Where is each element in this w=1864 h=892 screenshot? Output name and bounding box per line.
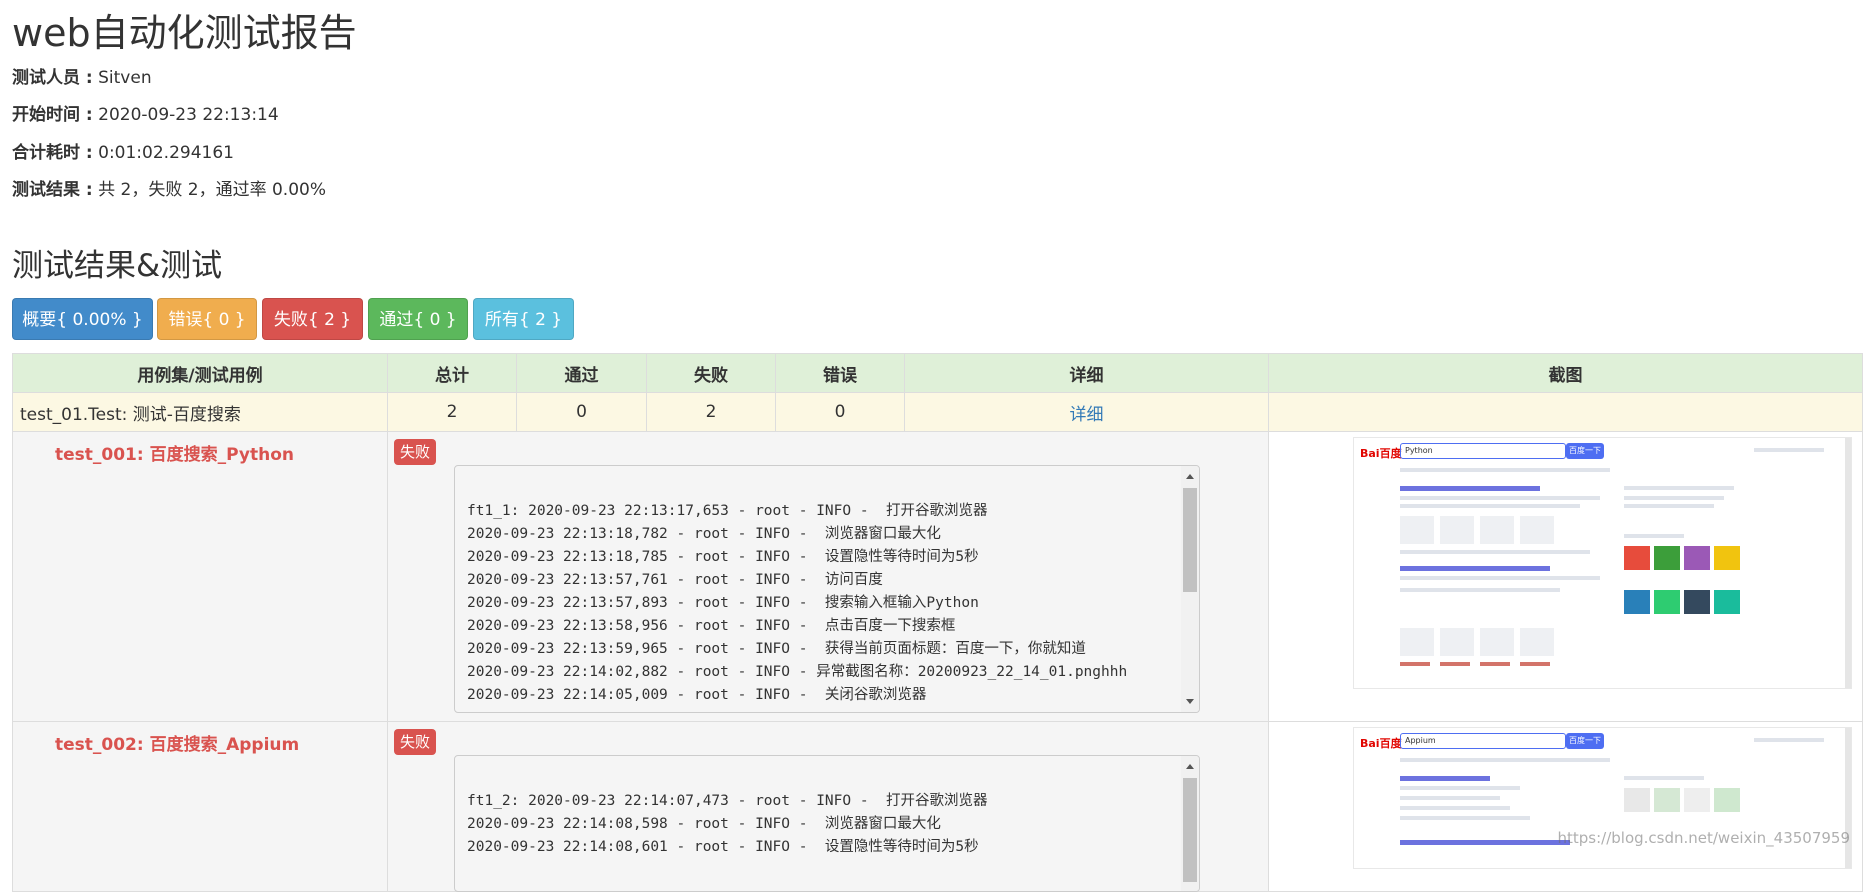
page-title: web自动化测试报告 bbox=[12, 11, 357, 55]
header-error: 错误 bbox=[775, 353, 905, 393]
start-time-label: 开始时间 : bbox=[12, 105, 93, 125]
case-name[interactable]: test_001: 百度搜索_Python bbox=[13, 432, 387, 465]
tester-label: 测试人员 : bbox=[12, 68, 93, 88]
case-detail-cell: 失败 ft1_1: 2020-09-23 22:13:17,653 - root… bbox=[387, 431, 1269, 722]
baidu-logo-icon: Bai百度 bbox=[1360, 447, 1402, 460]
screenshot-search-input: Appium bbox=[1400, 733, 1566, 749]
section-title: 测试结果&测试 bbox=[12, 248, 223, 284]
scroll-up-icon[interactable] bbox=[1186, 474, 1194, 479]
screenshot-thumbnail[interactable]: Bai百度 Appium 百度一下 bbox=[1353, 727, 1852, 869]
scroll-down-icon[interactable] bbox=[1186, 699, 1194, 704]
failed-filter-button[interactable]: 失败{ 2 } bbox=[262, 298, 363, 340]
summary-filter-button[interactable]: 概要{ 0.00% } bbox=[12, 298, 153, 340]
start-time-value: 2020-09-23 22:13:14 bbox=[98, 105, 279, 125]
suite-error: 0 bbox=[775, 392, 905, 432]
case-detail-cell: 失败 ft1_2: 2020-09-23 22:14:07,473 - root… bbox=[387, 721, 1269, 892]
header-total: 总计 bbox=[387, 353, 517, 393]
case-name[interactable]: test_002: 百度搜索_Appium bbox=[13, 722, 387, 755]
header-fail: 失败 bbox=[646, 353, 776, 393]
suite-pass: 0 bbox=[516, 392, 647, 432]
scroll-thumb[interactable] bbox=[1183, 488, 1197, 592]
suite-fail: 2 bbox=[646, 392, 776, 432]
status-badge[interactable]: 失败 bbox=[394, 729, 437, 755]
table-row: test_002: 百度搜索_Appium 失败 ft1_2: 2020-09-… bbox=[12, 721, 1863, 892]
start-time-row: 开始时间 : 2020-09-23 22:13:14 bbox=[12, 103, 279, 127]
suite-detail-cell: 详细 bbox=[904, 392, 1269, 432]
header-pass: 通过 bbox=[516, 353, 647, 393]
screenshot-search-button: 百度一下 bbox=[1566, 733, 1604, 749]
suite-row: test_01.Test: 测试-百度搜索 2 0 2 0 详细 bbox=[12, 392, 1863, 432]
case-name-cell: test_002: 百度搜索_Appium bbox=[12, 721, 388, 892]
screenshot-cell: Bai百度 Python 百度一下 bbox=[1268, 431, 1863, 722]
tester-value: Sitven bbox=[98, 68, 152, 88]
header-screenshot: 截图 bbox=[1268, 353, 1863, 393]
suite-total: 2 bbox=[387, 392, 517, 432]
duration-value: 0:01:02.294161 bbox=[98, 143, 234, 163]
screenshot-search-button: 百度一下 bbox=[1566, 443, 1604, 459]
duration-row: 合计耗时 : 0:01:02.294161 bbox=[12, 141, 234, 165]
log-panel[interactable]: ft1_2: 2020-09-23 22:14:07,473 - root - … bbox=[454, 755, 1200, 892]
table-header-row: 用例集/测试用例 总计 通过 失败 错误 详细 截图 bbox=[12, 353, 1863, 393]
log-text: ft1_2: 2020-09-23 22:14:07,473 - root - … bbox=[467, 793, 988, 855]
scroll-thumb[interactable] bbox=[1183, 778, 1197, 882]
header-detail: 详细 bbox=[904, 353, 1269, 393]
screenshot-search-input: Python bbox=[1400, 443, 1566, 459]
screenshot-thumbnail[interactable]: Bai百度 Python 百度一下 bbox=[1353, 437, 1852, 689]
duration-label: 合计耗时 : bbox=[12, 143, 93, 163]
screenshot-scrollbar bbox=[1845, 438, 1851, 688]
suite-screenshot-cell bbox=[1268, 392, 1863, 432]
status-badge[interactable]: 失败 bbox=[394, 439, 437, 465]
passed-filter-button[interactable]: 通过{ 0 } bbox=[368, 298, 468, 340]
error-filter-button[interactable]: 错误{ 0 } bbox=[157, 298, 257, 340]
results-table: 用例集/测试用例 总计 通过 失败 错误 详细 截图 test_01.Test:… bbox=[12, 353, 1863, 892]
log-text: ft1_1: 2020-09-23 22:13:17,653 - root - … bbox=[467, 503, 1128, 703]
result-value: 共 2，失败 2，通过率 0.00% bbox=[98, 180, 326, 200]
result-row: 测试结果 : 共 2，失败 2，通过率 0.00% bbox=[12, 178, 326, 202]
table-row: test_001: 百度搜索_Python 失败 ft1_1: 2020-09-… bbox=[12, 431, 1863, 722]
log-scrollbar[interactable] bbox=[1181, 466, 1199, 712]
header-case: 用例集/测试用例 bbox=[12, 353, 388, 393]
log-panel[interactable]: ft1_1: 2020-09-23 22:13:17,653 - root - … bbox=[454, 465, 1200, 713]
screenshot-scrollbar bbox=[1845, 728, 1851, 868]
screenshot-cell: Bai百度 Appium 百度一下 bbox=[1268, 721, 1863, 892]
result-label: 测试结果 : bbox=[12, 180, 93, 200]
tester-row: 测试人员 : Sitven bbox=[12, 66, 152, 90]
log-scrollbar[interactable] bbox=[1181, 756, 1199, 891]
case-name-cell: test_001: 百度搜索_Python bbox=[12, 431, 388, 722]
all-filter-button[interactable]: 所有{ 2 } bbox=[473, 298, 574, 340]
watermark: https://blog.csdn.net/weixin_43507959 bbox=[1557, 829, 1850, 847]
baidu-logo-icon: Bai百度 bbox=[1360, 737, 1402, 750]
suite-detail-link[interactable]: 详细 bbox=[1070, 405, 1104, 425]
scroll-up-icon[interactable] bbox=[1186, 764, 1194, 769]
suite-name: test_01.Test: 测试-百度搜索 bbox=[12, 392, 388, 432]
